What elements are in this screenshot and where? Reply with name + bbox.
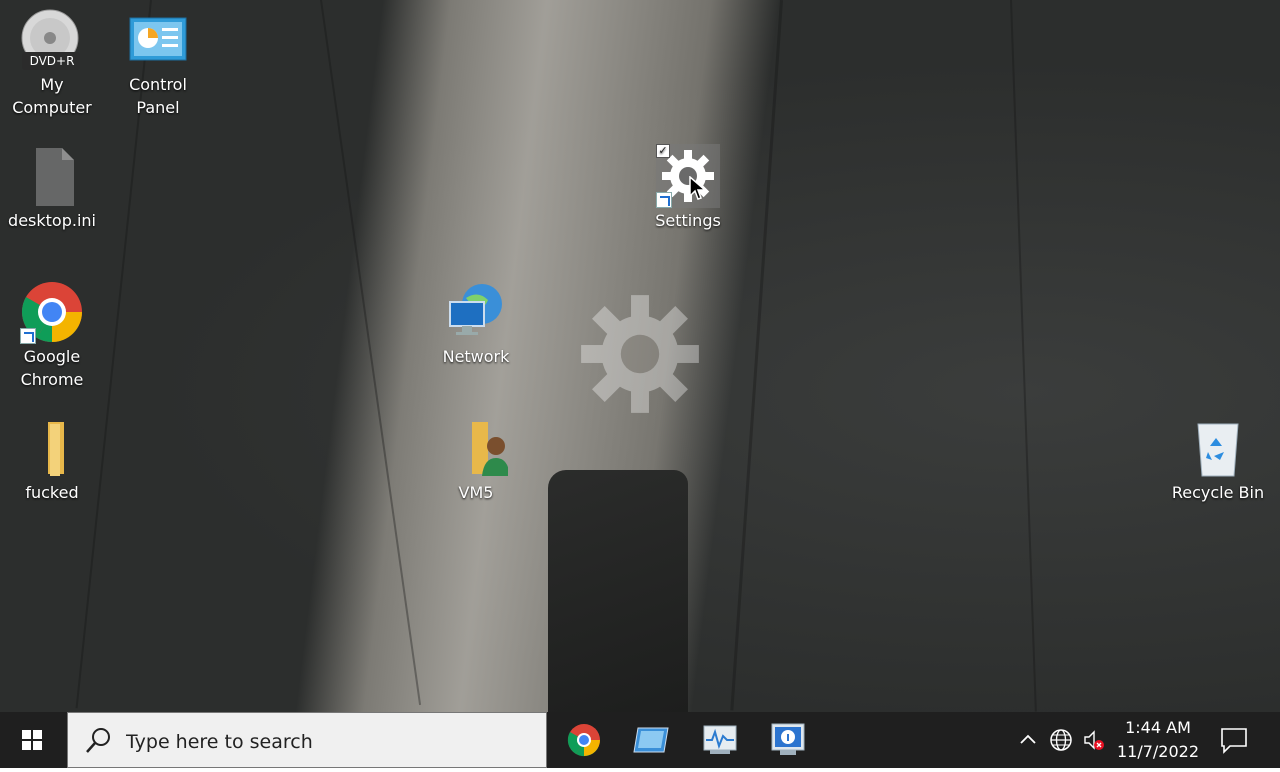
selection-checkbox-icon[interactable]: ✓: [656, 144, 670, 158]
taskbar-app-chrome[interactable]: [552, 712, 616, 768]
desktop-icon-desktop-ini[interactable]: desktop.ini: [2, 144, 102, 232]
ini-file-icon: [20, 144, 84, 208]
taskbar-app-system-info[interactable]: [756, 712, 820, 768]
icon-label: VM5: [458, 483, 494, 502]
action-center-button[interactable]: [1216, 724, 1252, 756]
start-button[interactable]: [0, 712, 64, 768]
shortcut-arrow-icon: [20, 328, 36, 344]
desktop-icon-fucked-folder[interactable]: fucked: [2, 416, 102, 504]
icon-label: Network: [442, 347, 510, 366]
clock-time: 1:44 AM: [1125, 718, 1191, 737]
remote-desktop-icon: [633, 727, 669, 753]
chrome-icon: [567, 724, 600, 757]
taskbar-app-resource-monitor[interactable]: [688, 712, 752, 768]
notification-icon: [1221, 728, 1247, 754]
folder-icon: [20, 416, 84, 480]
mouse-cursor-icon: [689, 176, 707, 200]
windows-logo-icon: [22, 730, 42, 750]
desktop-icon-vm5[interactable]: VM5: [426, 416, 526, 504]
desktop-icon-network[interactable]: Network: [426, 280, 526, 368]
icon-label: Recycle Bin: [1171, 483, 1265, 502]
wallpaper-gear-icon: [581, 295, 699, 413]
taskbar-clock[interactable]: 1:44 AM 11/7/2022: [1108, 716, 1208, 764]
icon-label: My Computer: [12, 75, 92, 117]
tray-show-hidden[interactable]: [1016, 728, 1040, 752]
icon-label: Settings: [655, 211, 721, 230]
taskbar: 1:44 AM 11/7/2022: [0, 712, 1280, 768]
control-panel-icon: [126, 8, 190, 72]
recycle-bin-icon: [1186, 416, 1250, 480]
taskbar-app-remote-desktop[interactable]: [620, 712, 684, 768]
shortcut-arrow-icon: [656, 192, 672, 208]
search-input[interactable]: [124, 727, 528, 757]
desktop-icon-google-chrome[interactable]: Google Chrome: [2, 280, 102, 391]
desktop-icon-my-computer[interactable]: DVD+R My Computer: [2, 8, 102, 119]
chevron-up-icon: [1020, 734, 1036, 744]
chrome-icon: [20, 280, 84, 344]
desktop-icon-control-panel[interactable]: Control Panel: [108, 8, 208, 119]
settings-gear-icon: ✓: [656, 144, 720, 208]
volume-muted-icon: [1084, 730, 1104, 750]
resource-monitor-icon: [703, 725, 737, 754]
network-icon: [444, 280, 508, 344]
globe-network-icon: [1050, 729, 1072, 751]
tray-network[interactable]: [1049, 728, 1073, 752]
dvd-badge: DVD+R: [29, 54, 75, 68]
desktop-icon-settings[interactable]: ✓ Settings: [638, 144, 738, 232]
desktop[interactable]: DVD+R My Computer Control Panel desktop.…: [0, 0, 1280, 712]
user-folder-icon: [444, 416, 510, 480]
clock-date: 11/7/2022: [1116, 742, 1200, 761]
icon-label: Control Panel: [129, 75, 187, 117]
rock-boulder: [548, 470, 688, 712]
system-info-icon: [771, 723, 805, 755]
search-icon: [86, 728, 110, 753]
icon-label: Google Chrome: [20, 347, 84, 389]
dvd-drive-icon: DVD+R: [20, 8, 84, 72]
icon-label: desktop.ini: [8, 211, 96, 230]
desktop-icon-recycle-bin[interactable]: Recycle Bin: [1168, 416, 1268, 504]
tray-volume[interactable]: [1082, 728, 1106, 752]
taskbar-search-box[interactable]: [67, 712, 547, 768]
icon-label: fucked: [25, 483, 79, 502]
